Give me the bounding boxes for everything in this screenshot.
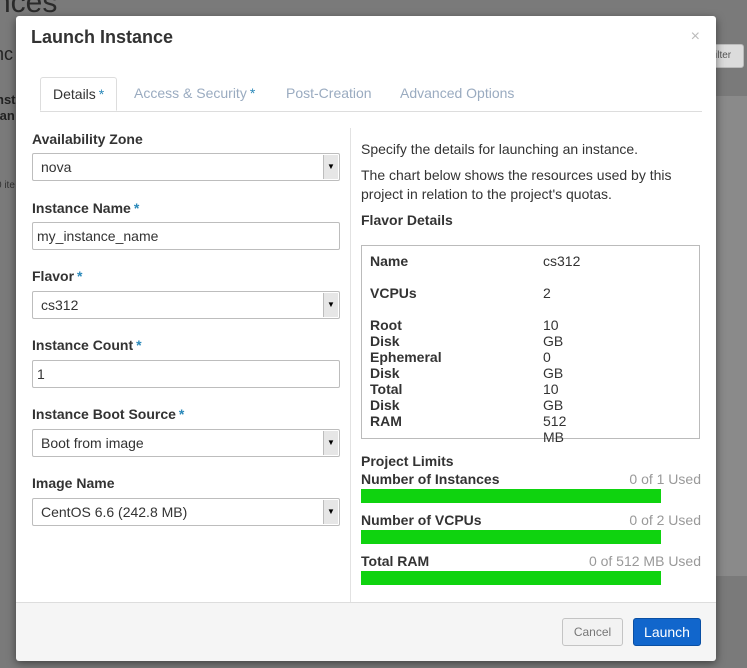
- availability-zone-select[interactable]: nova ▼: [32, 153, 340, 181]
- progress-bar-instances: [361, 489, 661, 503]
- background-header-line-1: nst: [0, 92, 16, 107]
- limit-used-vcpus: 0 of 2 Used: [629, 512, 701, 528]
- instance-name-label: Instance Name *: [32, 200, 140, 216]
- boot-source-select[interactable]: Boot from image ▼: [32, 429, 340, 457]
- boot-source-value: Boot from image: [41, 435, 144, 451]
- progress-bar-vcpus: [361, 530, 661, 544]
- progress-bar-ram: [361, 571, 661, 585]
- flavor-detail-value: 10 GB: [543, 381, 564, 413]
- tab-label: Advanced Options: [400, 85, 515, 101]
- tab-advanced-options[interactable]: Advanced Options: [400, 77, 514, 110]
- instance-count-label: Instance Count *: [32, 337, 142, 353]
- tab-details[interactable]: Details *: [40, 77, 118, 111]
- flavor-detail-value: cs312: [543, 253, 581, 269]
- chevron-down-icon: ▼: [323, 500, 338, 524]
- close-icon[interactable]: ×: [691, 28, 700, 46]
- flavor-detail-key: Total Disk: [370, 381, 403, 413]
- progress-fill: [361, 571, 661, 585]
- limit-label-instances: Number of Instances: [361, 471, 500, 487]
- availability-zone-value: nova: [41, 159, 72, 175]
- image-name-select[interactable]: CentOS 6.6 (242.8 MB) ▼: [32, 498, 340, 526]
- image-name-label: Image Name: [32, 475, 115, 491]
- background-item-count: 0 ite: [0, 180, 15, 191]
- required-marker: *: [133, 200, 140, 216]
- modal-header: Launch Instance ×: [16, 16, 716, 60]
- boot-source-label: Instance Boot Source *: [32, 406, 185, 422]
- launch-instance-modal: Launch Instance × Details * Access & Secu…: [16, 16, 716, 661]
- required-marker: *: [77, 268, 83, 284]
- flavor-detail-key: VCPUs: [370, 285, 417, 301]
- flavor-select[interactable]: cs312 ▼: [32, 291, 340, 319]
- background-header-line-2: lan: [0, 108, 15, 123]
- required-marker: *: [178, 406, 185, 422]
- progress-fill: [361, 489, 661, 503]
- required-marker: *: [136, 337, 142, 353]
- tab-bar: Details * Access & Security * Post-Creatio…: [40, 77, 702, 112]
- chevron-down-icon: ▼: [323, 293, 338, 317]
- flavor-detail-key: Root Disk: [370, 317, 402, 349]
- required-marker: *: [98, 86, 105, 102]
- tab-post-creation[interactable]: Post-Creation: [286, 77, 372, 110]
- flavor-detail-value: 2: [543, 285, 551, 301]
- modal-footer: Cancel Launch: [16, 602, 716, 661]
- flavor-detail-key: Name: [370, 253, 409, 269]
- modal-title: Launch Instance: [31, 27, 174, 47]
- flavor-detail-key: Ephemeral Disk: [370, 349, 442, 381]
- tab-label: Post-Creation: [286, 85, 372, 101]
- flavor-label: Flavor *: [32, 268, 83, 284]
- background-panel: [716, 96, 747, 576]
- tab-access-security[interactable]: Access & Security *: [134, 77, 255, 110]
- limit-used-instances: 0 of 1 Used: [629, 471, 701, 487]
- limit-used-ram: 0 of 512 MB Used: [588, 553, 701, 569]
- tab-label: Details: [53, 86, 96, 102]
- instance-name-input[interactable]: my_instance_name: [32, 222, 340, 250]
- project-limits-title: Project Limits: [361, 453, 454, 469]
- flavor-detail-value: 0 GB: [543, 349, 564, 381]
- progress-fill: [361, 530, 661, 544]
- info-description: Specify the details for launching an ins…: [361, 141, 639, 157]
- flavor-value: cs312: [41, 297, 79, 313]
- required-marker: *: [249, 85, 256, 101]
- cancel-button[interactable]: Cancel: [562, 618, 623, 646]
- background-table-header: nst lan: [0, 92, 16, 124]
- column-divider: [350, 128, 351, 602]
- flavor-details-table: Name cs312 VCPUs 2 Root Disk 10 GB Ephem…: [361, 245, 700, 445]
- image-name-value: CentOS 6.6 (242.8 MB): [41, 504, 188, 520]
- chevron-down-icon: ▼: [323, 155, 338, 179]
- flavor-detail-key: RAM: [370, 413, 402, 429]
- instance-count-input[interactable]: 1: [32, 360, 340, 388]
- background-page-heading: nc: [0, 44, 14, 64]
- flavor-detail-value: 512 MB: [543, 413, 567, 445]
- chevron-down-icon: ▼: [323, 431, 338, 455]
- limit-label-ram: Total RAM: [361, 553, 430, 569]
- availability-zone-label: Availability Zone: [32, 131, 143, 147]
- tab-label: Access & Security: [134, 85, 247, 101]
- flavor-detail-value: 10 GB: [543, 317, 564, 349]
- launch-button[interactable]: Launch: [633, 618, 701, 646]
- flavor-details-title: Flavor Details: [361, 212, 453, 228]
- info-chart-description: The chart below shows the resources used…: [361, 167, 672, 202]
- limit-label-vcpus: Number of VCPUs: [361, 512, 482, 528]
